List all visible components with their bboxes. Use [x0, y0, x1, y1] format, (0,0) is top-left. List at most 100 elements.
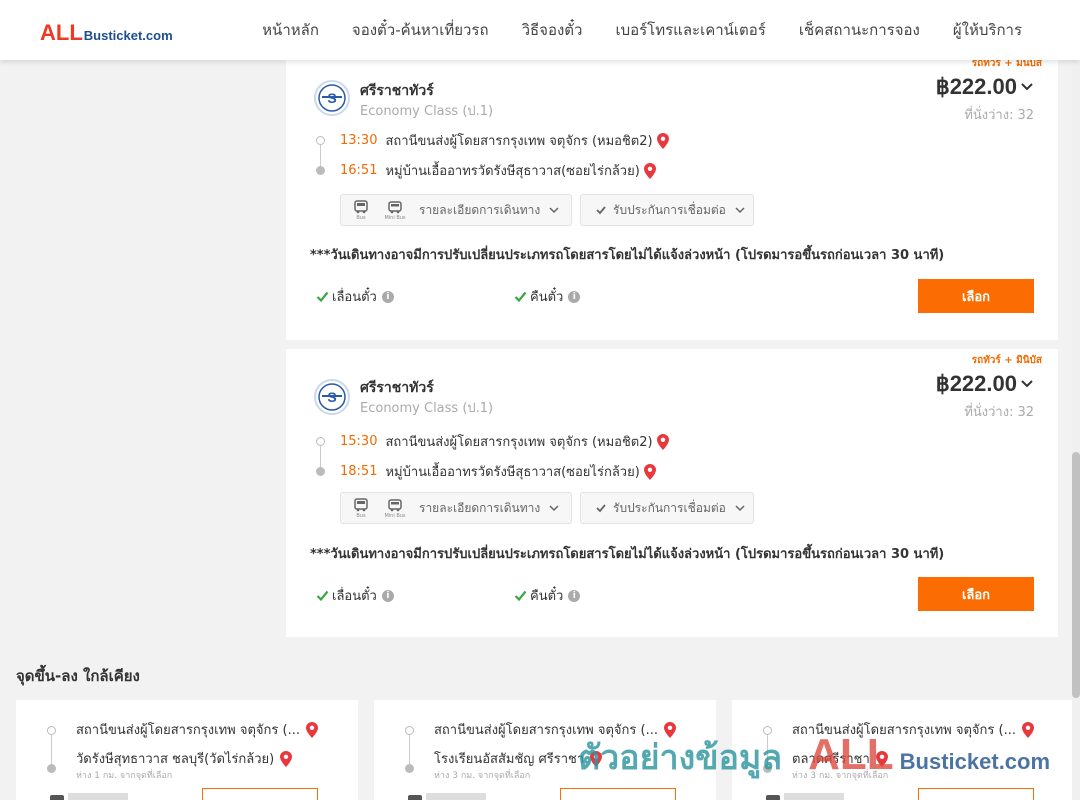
- bus-icon: [50, 795, 64, 800]
- departure-stop: 15:30 สถานีขนส่งผู้โดยสารกรุงเทพ จตุจักร…: [340, 431, 669, 452]
- page-scrollbar-thumb[interactable]: [1072, 452, 1080, 698]
- logo-all-text: ALL: [40, 20, 83, 45]
- trip-card: รถทัวร์ + มินิบัส S ศรีราชาทัวร์ Economy…: [286, 349, 1058, 637]
- origin-dot: [47, 726, 56, 735]
- nav-book-search[interactable]: จองตั๋ว-ค้นหาเที่ยวรถ: [352, 18, 489, 42]
- price-toggle[interactable]: ฿222.00: [936, 371, 1034, 397]
- map-pin-icon[interactable]: [656, 433, 669, 450]
- trip-details-label: รายละเอียดการเดินทาง: [419, 500, 541, 515]
- map-pin-icon[interactable]: [643, 463, 656, 480]
- trip-price: ฿222.00: [935, 371, 1017, 396]
- bus-label: Bus: [356, 214, 366, 221]
- nearby-origin: สถานีขนส่งผู้โดยสารกรุงเทพ จตุจักร (...: [434, 719, 676, 740]
- vehicle-type-tag: รถทัวร์ + มินิบัส: [971, 355, 1042, 366]
- seats-available: ที่นั่งว่าง: 32: [964, 104, 1034, 125]
- postpone-label: เลื่อนตั๋ว: [332, 290, 377, 305]
- nearby-select-button[interactable]: [202, 788, 318, 800]
- operator-logo-icon: S: [314, 80, 350, 116]
- select-trip-button[interactable]: เลือก: [918, 577, 1034, 611]
- minibus-label: Mini Bus: [384, 214, 406, 221]
- seats-label: ที่นั่งว่าง:: [964, 405, 1014, 420]
- connection-insurance-toggle[interactable]: รับประกันการเชื่อมต่อ: [580, 492, 754, 524]
- minibus-label: Mini Bus: [384, 512, 406, 519]
- map-pin-icon[interactable]: [656, 132, 669, 149]
- chevron-down-icon: [735, 207, 745, 214]
- nearby-route-card: สถานีขนส่งผู้โดยสารกรุงเทพ จตุจักร (... …: [374, 700, 716, 800]
- price-toggle[interactable]: ฿222.00: [936, 74, 1034, 100]
- nearby-destination-label: วัดรังษีสุทธาวาส ชลบุรี(วัดไร่กล้วย): [76, 752, 275, 767]
- nearby-distance: ห่าง 3 กม. จากจุดที่เลือก: [434, 771, 531, 781]
- destination-dot: [763, 764, 772, 773]
- seat-class: Economy Class (ป.1): [360, 104, 494, 119]
- refund-policy: คืนตั๋ว i: [514, 585, 581, 606]
- origin-dot: [316, 437, 325, 446]
- nearby-select-button[interactable]: [560, 788, 676, 800]
- site-logo[interactable]: ALL Busticket.com: [40, 20, 173, 46]
- refund-policy: คืนตั๋ว i: [514, 286, 581, 307]
- check-icon: [316, 590, 329, 602]
- destination-dot: [316, 166, 325, 175]
- map-pin-icon[interactable]: [875, 750, 888, 767]
- departure-place: สถานีขนส่งผู้โดยสารกรุงเทพ จตุจักร (หมอช…: [385, 435, 653, 450]
- nearby-destination: โรงเรียนอัสสัมชัญ ศรีราชา: [434, 748, 603, 769]
- origin-dot: [316, 136, 325, 145]
- nearby-info-placeholder: [68, 793, 128, 800]
- departure-time: 13:30: [340, 133, 378, 148]
- map-pin-icon[interactable]: [280, 750, 293, 767]
- map-pin-icon[interactable]: [590, 750, 603, 767]
- main-nav: หน้าหลัก จองตั๋ว-ค้นหาเที่ยวรถ วิธีจองตั…: [229, 0, 1022, 60]
- nearby-distance: ห่าง 3 กม. จากจุดที่เลือก: [792, 771, 889, 781]
- nav-how-to-book[interactable]: วิธีจองตั๋ว: [522, 18, 583, 42]
- info-icon[interactable]: i: [568, 589, 581, 602]
- trip-details-toggle[interactable]: Bus Mini Bus รายละเอียดการเดินทาง: [340, 194, 572, 226]
- map-pin-icon[interactable]: [305, 721, 318, 738]
- minibus-icon: Mini Bus: [381, 498, 409, 519]
- arrival-stop: 18:51 หมู่บ้านเอื้ออาทรวัดรังษีสุธาวาส(ซ…: [340, 461, 656, 482]
- bus-icon: Bus: [347, 199, 375, 221]
- nearby-select-button[interactable]: [918, 788, 1034, 800]
- operator-name: ศรีราชาทัวร์: [360, 83, 434, 99]
- nav-check-booking[interactable]: เช็คสถานะการจอง: [799, 18, 920, 42]
- nearby-origin: สถานีขนส่งผู้โดยสารกรุงเทพ จตุจักร (...: [76, 719, 318, 740]
- bus-icon: [766, 795, 780, 800]
- route-timeline: 13:30 สถานีขนส่งผู้โดยสารกรุงเทพ จตุจักร…: [316, 130, 816, 190]
- nearby-origin-label: สถานีขนส่งผู้โดยสารกรุงเทพ จตุจักร (...: [792, 723, 1016, 738]
- seat-class: Economy Class (ป.1): [360, 401, 494, 416]
- connection-insurance-label: รับประกันการเชื่อมต่อ: [613, 202, 726, 217]
- departure-time: 15:30: [340, 434, 378, 449]
- map-pin-icon[interactable]: [643, 162, 656, 179]
- seats-available: ที่นั่งว่าง: 32: [964, 401, 1034, 422]
- refund-label: คืนตั๋ว: [530, 290, 564, 305]
- nearby-info-placeholder: [784, 793, 844, 800]
- vehicle-change-notice: ***วันเดินทางอาจมีการปรับเปลี่ยนประเภทรถ…: [310, 248, 945, 263]
- map-pin-icon[interactable]: [1021, 721, 1034, 738]
- nearby-route-card: สถานีขนส่งผู้โดยสารกรุงเทพ จตุจักร (... …: [732, 700, 1074, 800]
- route-line: [767, 732, 768, 766]
- route-line: [51, 732, 52, 766]
- connection-insurance-toggle[interactable]: รับประกันการเชื่อมต่อ: [580, 194, 754, 226]
- arrival-place: หมู่บ้านเอื้ออาทรวัดรังษีสุธาวาส(ซอยไร่ก…: [385, 164, 640, 179]
- map-pin-icon[interactable]: [663, 721, 676, 738]
- info-icon[interactable]: i: [568, 290, 581, 303]
- postpone-label: เลื่อนตั๋ว: [332, 589, 377, 604]
- route-timeline: 15:30 สถานีขนส่งผู้โดยสารกรุงเทพ จตุจักร…: [316, 431, 816, 491]
- connection-insurance-label: รับประกันการเชื่อมต่อ: [613, 500, 726, 515]
- select-trip-button[interactable]: เลือก: [918, 279, 1034, 313]
- trip-details-label: รายละเอียดการเดินทาง: [419, 202, 541, 217]
- destination-dot: [47, 764, 56, 773]
- bus-label: Bus: [356, 512, 366, 519]
- nav-home[interactable]: หน้าหลัก: [262, 18, 319, 42]
- info-icon[interactable]: i: [381, 589, 394, 602]
- seats-label: ที่นั่งว่าง:: [964, 108, 1014, 123]
- arrival-place: หมู่บ้านเอื้ออาทรวัดรังษีสุธาวาส(ซอยไร่ก…: [385, 465, 640, 480]
- check-icon: [596, 206, 606, 215]
- chevron-down-icon: [549, 207, 559, 214]
- trip-details-toggle[interactable]: Bus Mini Bus รายละเอียดการเดินทาง: [340, 492, 572, 524]
- arrival-stop: 16:51 หมู่บ้านเอื้ออาทรวัดรังษีสุธาวาส(ซ…: [340, 160, 656, 181]
- nav-contact-counter[interactable]: เบอร์โทรและเคาน์เตอร์: [615, 18, 765, 42]
- operator-name: ศรีราชาทัวร์: [360, 380, 434, 396]
- minibus-icon: Mini Bus: [381, 200, 409, 221]
- info-icon[interactable]: i: [381, 290, 394, 303]
- nav-operators[interactable]: ผู้ให้บริการ: [953, 18, 1022, 42]
- trip-price: ฿222.00: [935, 74, 1017, 99]
